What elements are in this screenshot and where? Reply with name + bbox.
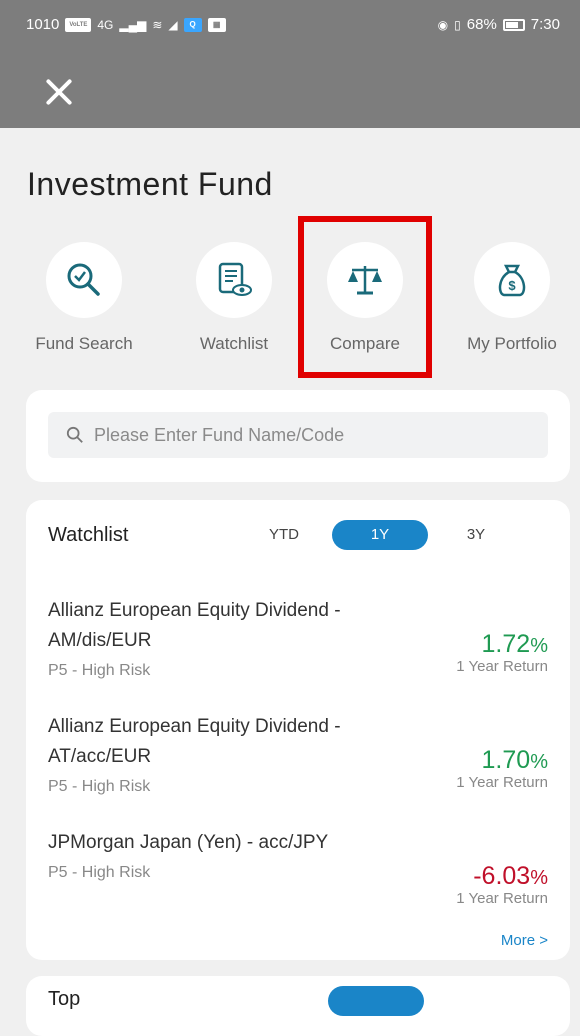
return-unit: % xyxy=(530,751,548,773)
return-unit: % xyxy=(530,867,548,889)
page-title: Investment Fund xyxy=(27,166,273,202)
fund-return-label: 1 Year Return xyxy=(456,774,548,791)
status-left: 1010 VoLTE 4G ▂▄▆ ≋ ◢ Q ▦ xyxy=(26,16,226,33)
quick-nav-label: Watchlist xyxy=(199,334,269,353)
return-number: -6.03 xyxy=(473,862,531,890)
status-right: ◉ ▯ 68% 7:30 xyxy=(438,16,560,33)
fund-row[interactable]: JPMorgan Japan (Yen) - acc/JPY P5 - High… xyxy=(48,828,548,938)
watchlist-title: Watchlist xyxy=(48,524,129,546)
volte-icon: VoLTE xyxy=(65,17,92,32)
return-number: 1.72 xyxy=(481,630,531,658)
tab-ytd[interactable]: YTD xyxy=(236,520,332,550)
watchlist-card: Watchlist YTD 1Y 3Y Allianz European Equ… xyxy=(26,500,570,960)
close-icon[interactable] xyxy=(40,72,80,112)
return-unit: % xyxy=(530,635,548,657)
vibrate-icon: ▯ xyxy=(454,17,461,32)
quick-nav-label: My Portfolio xyxy=(467,334,557,353)
tab-3y[interactable]: 3Y xyxy=(428,520,524,550)
battery-icon xyxy=(502,18,525,31)
top-period-tab[interactable] xyxy=(328,986,424,1016)
money-bag-icon: $ xyxy=(498,264,526,297)
search-input[interactable] xyxy=(94,424,534,446)
tab-1y[interactable]: 1Y xyxy=(332,520,428,550)
quick-nav-my-portfolio[interactable]: $ My Portfolio xyxy=(447,242,577,354)
portfolio-icon-circle: $ xyxy=(474,242,550,318)
compare-highlight-box xyxy=(298,216,432,378)
quick-nav: Fund Search Watchlist Compare $ My Portf… xyxy=(0,242,580,372)
period-tabs: YTD 1Y 3Y xyxy=(236,520,524,550)
search-check-icon xyxy=(67,263,100,296)
fund-return: 1.72% 1 Year Return xyxy=(456,630,548,675)
quick-nav-label: Fund Search xyxy=(35,334,133,353)
quick-nav-fund-search[interactable]: Fund Search xyxy=(19,242,149,354)
search-field[interactable] xyxy=(48,412,548,458)
fund-return: 1.70% 1 Year Return xyxy=(456,746,548,791)
search-app-icon: Q xyxy=(183,17,202,32)
fund-search-icon-circle xyxy=(46,242,122,318)
top-card: Top xyxy=(26,976,570,1036)
qr-icon: ▦ xyxy=(207,17,226,32)
return-number: 1.70 xyxy=(481,746,531,774)
status-bar: 1010 VoLTE 4G ▂▄▆ ≋ ◢ Q ▦ ◉ ▯ 68% 7:30 xyxy=(0,0,580,52)
more-link[interactable]: More > xyxy=(501,932,548,949)
signal-bars-icon: ▂▄▆ xyxy=(119,17,147,32)
fund-return-value: 1.70% xyxy=(456,746,548,775)
signal-icon: 4G xyxy=(97,17,114,32)
status-left-text: 1010 xyxy=(26,16,60,33)
quick-nav-watchlist[interactable]: Watchlist xyxy=(169,242,299,354)
battery-percent: 68% xyxy=(466,16,497,33)
fund-return-label: 1 Year Return xyxy=(456,890,548,907)
top-bar xyxy=(0,52,580,128)
send-icon: ◢ xyxy=(168,17,178,32)
search-icon xyxy=(66,426,83,443)
fund-return-label: 1 Year Return xyxy=(456,658,548,675)
document-eye-icon xyxy=(218,262,252,296)
wind-icon: ≋ xyxy=(152,17,163,32)
fund-return-value: -6.03% xyxy=(456,862,548,891)
search-card xyxy=(26,390,570,482)
eye-icon: ◉ xyxy=(437,17,449,32)
fund-row[interactable]: Allianz European Equity Dividend - AM/di… xyxy=(48,596,548,706)
watchlist-icon-circle xyxy=(196,242,272,318)
status-time: 7:30 xyxy=(530,16,560,33)
fund-name: JPMorgan Japan (Yen) - acc/JPY xyxy=(48,832,329,853)
fund-name: Allianz European Equity Dividend - AM/di… xyxy=(48,600,341,651)
fund-return: -6.03% 1 Year Return xyxy=(456,862,548,907)
svg-text:$: $ xyxy=(508,278,516,293)
fund-return-value: 1.72% xyxy=(456,630,548,659)
fund-row[interactable]: Allianz European Equity Dividend - AT/ac… xyxy=(48,712,548,822)
fund-name: Allianz European Equity Dividend - AT/ac… xyxy=(48,716,341,767)
